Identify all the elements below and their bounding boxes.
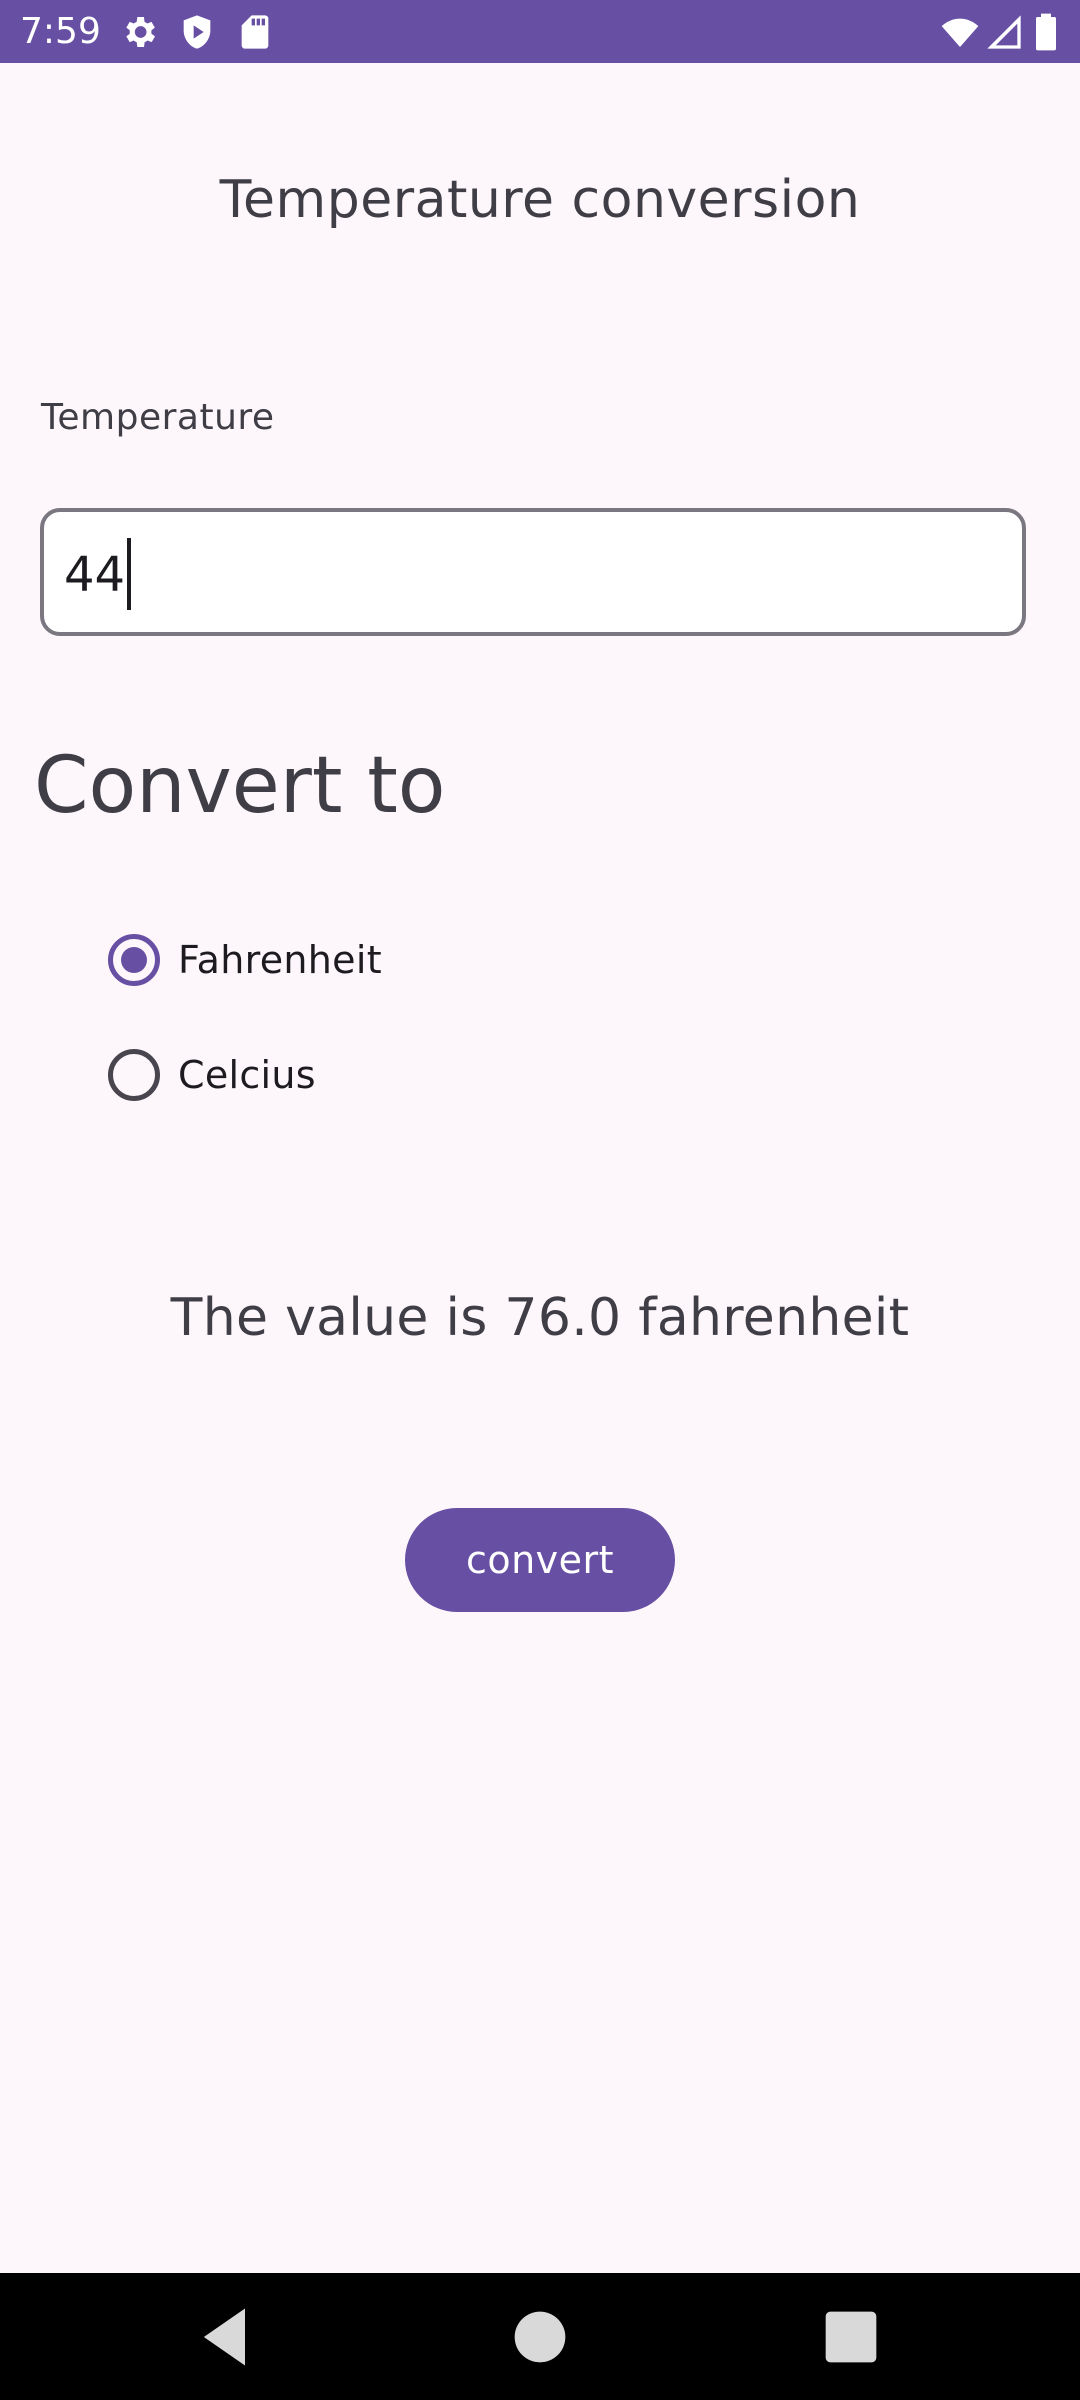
radio-button-checked[interactable] — [108, 934, 160, 986]
temperature-input-value: 44 — [64, 538, 132, 614]
radio-label-celcius: Celcius — [178, 1053, 316, 1097]
status-time: 7:59 — [20, 11, 101, 52]
convert-to-heading: Convert to — [34, 741, 446, 831]
temperature-value-text: 44 — [64, 547, 126, 603]
cell-signal-icon — [984, 12, 1024, 52]
result-text: The value is 76.0 fahrenheit — [170, 1288, 910, 1348]
wifi-icon — [940, 12, 980, 52]
shield-play-icon — [177, 12, 217, 52]
text-cursor — [127, 538, 132, 610]
convert-button[interactable]: convert — [405, 1508, 675, 1612]
temperature-input[interactable]: 44 — [40, 508, 1026, 636]
page-title: Temperature conversion — [219, 170, 861, 230]
navigation-bar — [0, 2273, 1080, 2400]
back-icon[interactable] — [188, 2299, 264, 2375]
recents-icon[interactable] — [813, 2299, 889, 2375]
radio-option-fahrenheit[interactable]: Fahrenheit — [108, 930, 382, 990]
gear-icon — [119, 12, 159, 52]
app-screen: 7:59 Temperature conversion Temperature … — [0, 0, 1080, 2400]
radio-label-fahrenheit: Fahrenheit — [178, 938, 382, 982]
battery-icon — [1030, 12, 1062, 52]
status-bar: 7:59 — [0, 0, 1080, 63]
radio-button-unchecked[interactable] — [108, 1049, 160, 1101]
sd-card-icon — [235, 12, 275, 52]
home-icon[interactable] — [502, 2299, 578, 2375]
temperature-label: Temperature — [41, 397, 275, 438]
radio-option-celcius[interactable]: Celcius — [108, 1045, 316, 1105]
